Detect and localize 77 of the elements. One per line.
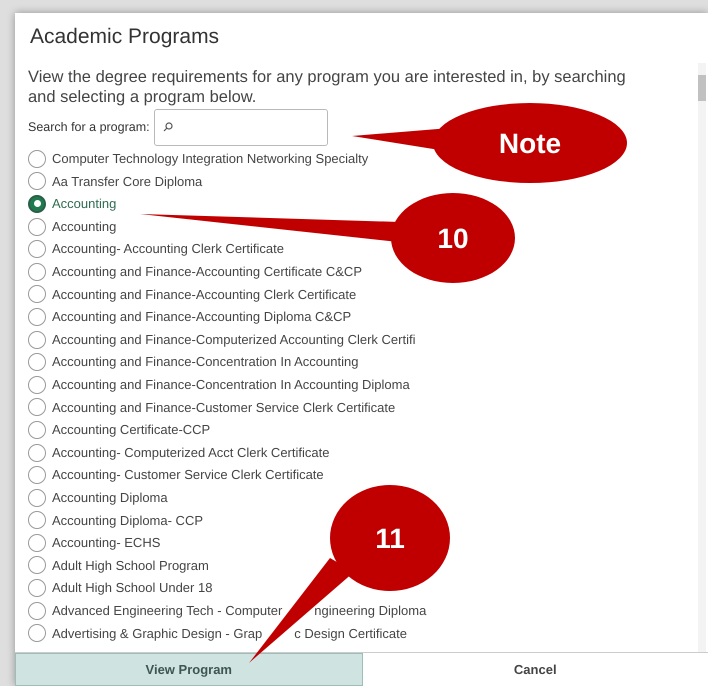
program-name: Accounting Diploma — [52, 488, 168, 507]
radio-button[interactable] — [28, 376, 46, 394]
scrollbar[interactable] — [698, 62, 706, 652]
program-name: Accounting and Finance-Concentration In Accounting Diploma — [52, 376, 410, 394]
program-option[interactable]: Accounting and Finance-Customer Service Clerk Certificate — [28, 396, 396, 419]
program-name: Aa Transfer Core Diploma — [52, 172, 202, 191]
program-name: Accounting- Customer Service Clerk Certificate — [52, 466, 324, 484]
program-option[interactable]: Accounting- Customer Service Clerk Certificate — [28, 464, 324, 486]
program-name: Accounting- ECHS — [52, 534, 160, 552]
program-option[interactable]: Computer Technology Integration Networking Specialty — [28, 148, 368, 170]
program-option[interactable]: Adult High School Program — [28, 554, 209, 577]
view-program-button[interactable]: View Program — [15, 653, 362, 686]
radio-button[interactable] — [28, 444, 46, 462]
program-name: Accounting and Finance-Customer Service Clerk Certificate — [52, 398, 396, 417]
radio-button[interactable] — [28, 285, 46, 304]
program-option[interactable]: Accounting — [28, 215, 116, 238]
radio-button[interactable] — [28, 194, 46, 213]
program-name: Accounting Diploma- CCP — [52, 512, 204, 530]
program-option[interactable]: Adult High School Under 18 — [28, 576, 212, 600]
program-name: Advertising & Graphic Design - Grap c Design Certificate — [52, 624, 407, 643]
program-name: Accounting and Finance-Computerized Accounting Clerk Certifi — [52, 330, 416, 349]
radio-button[interactable] — [28, 172, 46, 190]
program-name: Advanced Engineering Tech - Computer ngineering Diploma — [52, 602, 426, 620]
radio-button[interactable] — [28, 466, 46, 484]
dialog-title: Academic Programs — [30, 25, 220, 48]
program-name: Accounting — [52, 218, 116, 236]
program-option[interactable]: Advertising & Graphic Design - Grap c Design Certificate — [28, 622, 407, 645]
radio-button[interactable] — [28, 579, 46, 598]
program-name: Accounting and Finance-Accounting Certificate C&CP — [52, 263, 362, 282]
program-option[interactable]: Accounting Diploma — [28, 486, 168, 509]
program-name: Accounting- Computerized Acct Clerk Certificate — [52, 444, 330, 462]
radio-button[interactable] — [28, 420, 46, 439]
program-option[interactable]: Accounting and Finance-Accounting Diploma C&CP — [28, 306, 352, 328]
radio-button[interactable] — [28, 534, 46, 552]
search-field[interactable] — [154, 108, 328, 146]
radio-button[interactable] — [28, 218, 46, 236]
program-option[interactable]: Accounting — [28, 192, 116, 216]
radio-button[interactable] — [28, 262, 46, 281]
program-name: Accounting — [52, 195, 116, 214]
cancel-button[interactable]: Cancel — [362, 653, 708, 686]
radio-button[interactable] — [28, 330, 46, 349]
callout-label: 10 — [437, 223, 469, 254]
radio-button[interactable] — [28, 150, 46, 168]
radio-button[interactable] — [28, 353, 46, 372]
program-option[interactable]: Accounting- ECHS — [28, 532, 160, 554]
program-name: Adult High School Program — [52, 556, 209, 575]
program-option[interactable]: Advanced Engineering Tech - Computer ngineering Diploma — [28, 599, 426, 622]
radio-button[interactable] — [28, 488, 46, 507]
program-name: Computer Technology Integration Networking Specialty — [52, 150, 368, 168]
program-option[interactable]: Accounting and Finance-Accounting Clerk Certificate — [28, 283, 356, 306]
program-name: Accounting and Finance-Accounting Diploma C&CP — [52, 308, 352, 326]
program-option[interactable]: Accounting Diploma- CCP — [28, 509, 204, 532]
program-name: Accounting and Finance-Concentration In Accounting — [52, 353, 358, 372]
callout-label: Note — [498, 128, 562, 159]
program-option[interactable]: Aa Transfer Core Diploma — [28, 170, 202, 193]
search-label: Search for a program: — [28, 118, 150, 136]
program-option[interactable]: Accounting and Finance-Concentration In Accounting Diploma — [28, 373, 410, 396]
description-text: View the degree requirements for any program you are interested in, by searching and selecting a program below. — [28, 66, 627, 106]
callout-label: 11 — [375, 523, 405, 554]
program-option[interactable]: Accounting and Finance-Concentration In Accounting — [28, 350, 358, 374]
program-option[interactable]: Accounting- Computerized Acct Clerk Certificate — [28, 441, 330, 464]
radio-button[interactable] — [28, 624, 46, 642]
radio-button[interactable] — [28, 556, 46, 574]
program-name: Accounting- Accounting Clerk Certificate — [52, 240, 284, 258]
radio-button[interactable] — [28, 308, 46, 326]
program-option[interactable]: Accounting and Finance-Computerized Accounting Clerk Certifi — [28, 328, 416, 351]
radio-button[interactable] — [28, 398, 46, 416]
program-option[interactable]: Accounting and Finance-Accounting Certificate C&CP — [28, 260, 362, 284]
program-option[interactable]: Accounting Certificate-CCP — [28, 418, 210, 442]
search-icon — [162, 122, 173, 132]
program-name: Accounting Certificate-CCP — [52, 421, 210, 440]
radio-button[interactable] — [28, 240, 46, 258]
radio-button[interactable] — [28, 511, 46, 530]
program-option[interactable]: Accounting- Accounting Clerk Certificate — [28, 238, 284, 260]
radio-button[interactable] — [28, 602, 46, 620]
program-name: Adult High School Under 18 — [52, 579, 212, 598]
program-name: Accounting and Finance-Accounting Clerk Certificate — [52, 286, 356, 304]
